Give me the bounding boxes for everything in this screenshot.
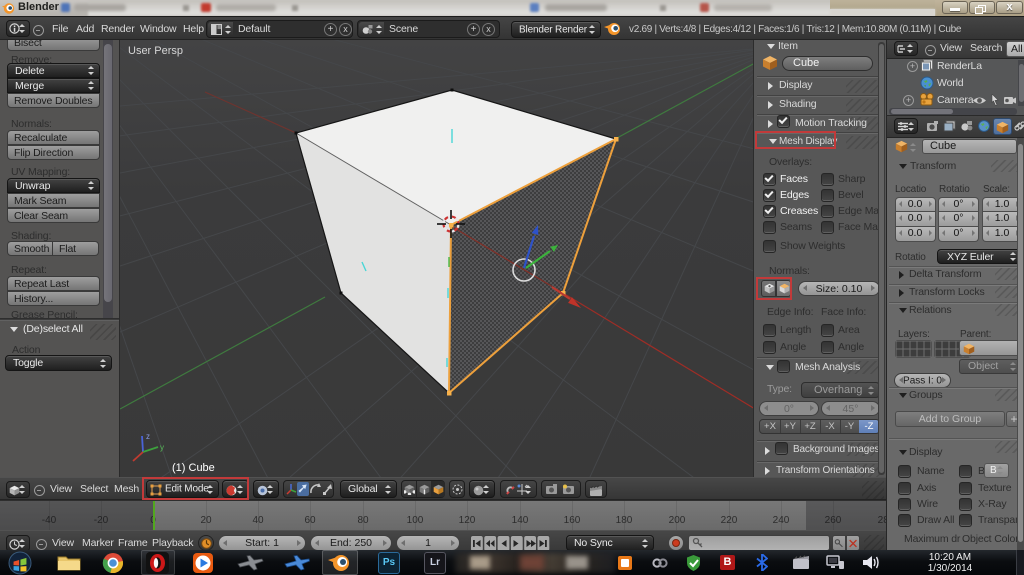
svg-text:z: z (146, 432, 150, 441)
svg-text:(1) Cube: (1) Cube (172, 462, 215, 474)
svg-text:User Persp: User Persp (128, 45, 183, 57)
svg-text:y: y (160, 443, 164, 452)
